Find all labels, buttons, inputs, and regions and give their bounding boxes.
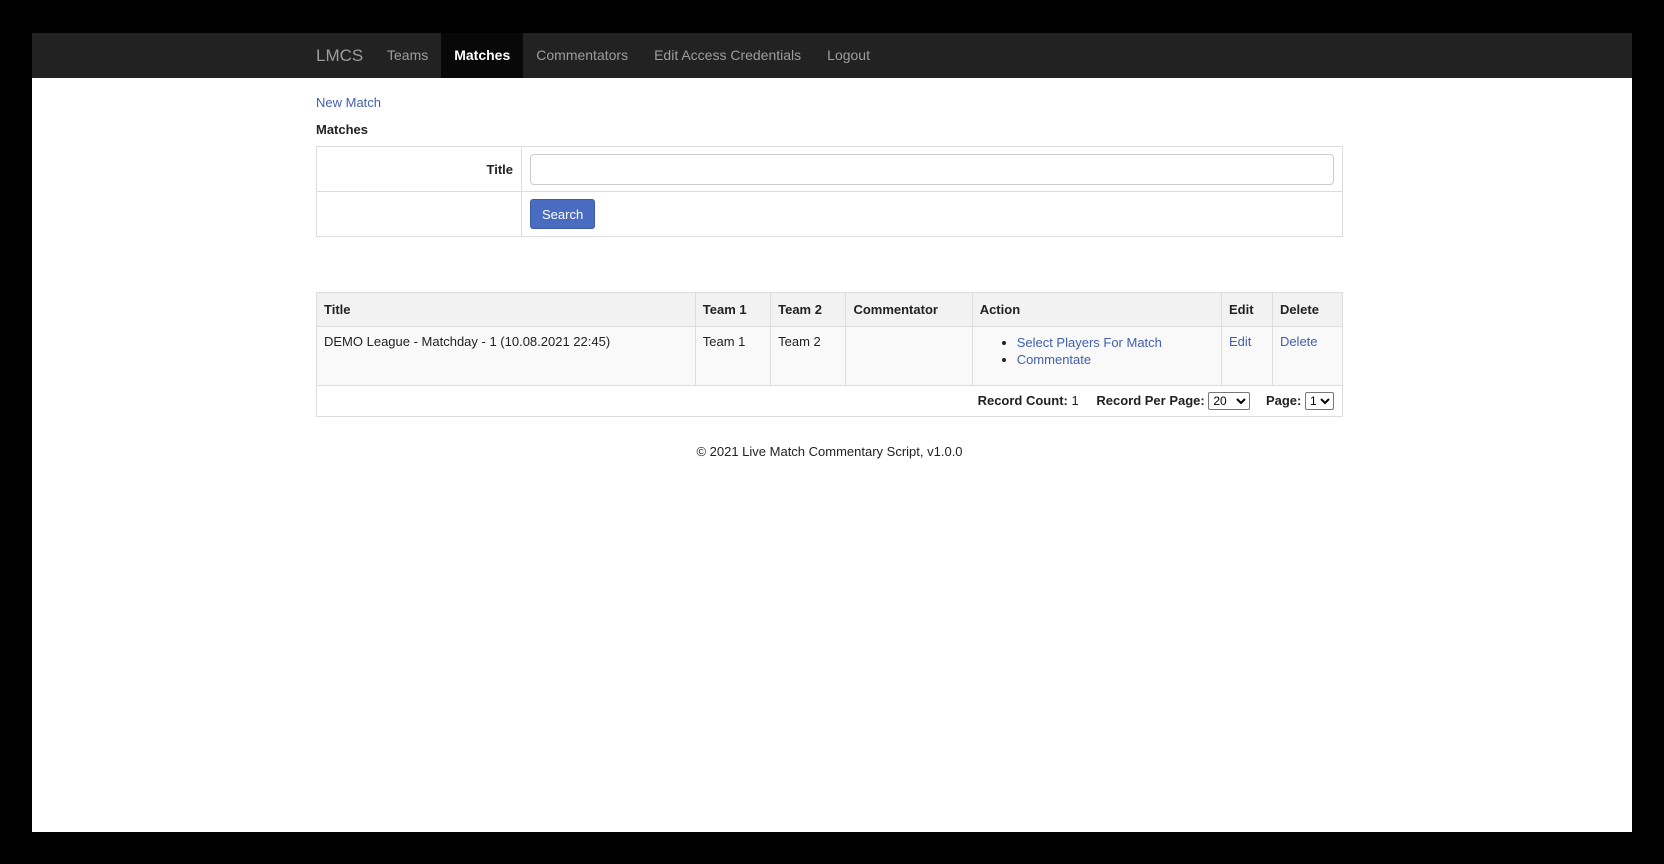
header-action: Action <box>971 292 1223 327</box>
header-commentator: Commentator <box>845 292 973 327</box>
match-commentator <box>845 326 973 386</box>
page-title: Matches <box>316 122 369 137</box>
edit-link[interactable]: Edit <box>1229 334 1251 349</box>
title-field-cell <box>521 146 1343 192</box>
select-players-link[interactable]: Select Players For Match <box>1017 335 1162 350</box>
title-label: Title <box>316 146 522 192</box>
per-page-select[interactable]: 20 <box>1208 392 1251 410</box>
main-nav: Teams Matches Commentators Edit Access C… <box>374 33 883 78</box>
nav-item-edit-access-credentials[interactable]: Edit Access Credentials <box>641 33 814 78</box>
top-navbar: LMCS Teams Matches Commentators Edit Acc… <box>32 33 1632 78</box>
search-title-row: Title <box>316 146 1343 192</box>
table-row: DEMO League - Matchday - 1 (10.08.2021 2… <box>316 326 1344 386</box>
header-title: Title <box>316 292 696 327</box>
match-team1: Team 1 <box>694 326 772 386</box>
nav-item-teams[interactable]: Teams <box>374 33 441 78</box>
match-delete-cell: Delete <box>1271 326 1344 386</box>
header-delete: Delete <box>1271 292 1344 327</box>
search-form: Title Search <box>316 146 1343 237</box>
per-page-label: Record Per Page: <box>1096 393 1205 408</box>
pager-row: Record Count: 1 Record Per Page: 20 Page… <box>316 385 1343 417</box>
new-match-link[interactable]: New Match <box>316 95 381 110</box>
header-team1: Team 1 <box>694 292 772 327</box>
commentate-link[interactable]: Commentate <box>1017 352 1091 367</box>
delete-link[interactable]: Delete <box>1280 334 1318 349</box>
brand-link[interactable]: LMCS <box>316 33 363 78</box>
nav-item-logout[interactable]: Logout <box>814 33 883 78</box>
action-list: Select Players For Match Commentate <box>980 334 1214 368</box>
nav-item-matches[interactable]: Matches <box>441 33 524 78</box>
match-actions: Select Players For Match Commentate <box>971 326 1223 386</box>
search-button[interactable]: Search <box>530 199 596 229</box>
app-viewport: LMCS Teams Matches Commentators Edit Acc… <box>32 33 1632 832</box>
empty-label-cell <box>316 191 522 237</box>
search-button-cell: Search <box>521 191 1343 237</box>
match-edit-cell: Edit <box>1221 326 1273 386</box>
record-count-label: Record Count: <box>977 393 1068 408</box>
matches-table: Title Team 1 Team 2 Commentator Action E… <box>316 292 1344 417</box>
footer-copyright: © 2021 Live Match Commentary Script, v1.… <box>696 444 963 459</box>
search-button-row: Search <box>316 191 1343 237</box>
page-select[interactable]: 1 <box>1305 392 1334 410</box>
page-label: Page: <box>1265 393 1302 408</box>
action-item: Select Players For Match <box>1017 334 1214 351</box>
action-item: Commentate <box>1017 351 1214 368</box>
pager-cell: Record Count: 1 Record Per Page: 20 Page… <box>316 385 1343 417</box>
title-search-input[interactable] <box>530 153 1334 185</box>
nav-item-commentators[interactable]: Commentators <box>523 33 641 78</box>
match-team2: Team 2 <box>770 326 847 386</box>
match-title: DEMO League - Matchday - 1 (10.08.2021 2… <box>316 326 696 386</box>
header-edit: Edit <box>1221 292 1273 327</box>
header-team2: Team 2 <box>770 292 847 327</box>
record-count-value: 1 <box>1071 393 1079 408</box>
table-header-row: Title Team 1 Team 2 Commentator Action E… <box>316 292 1344 327</box>
